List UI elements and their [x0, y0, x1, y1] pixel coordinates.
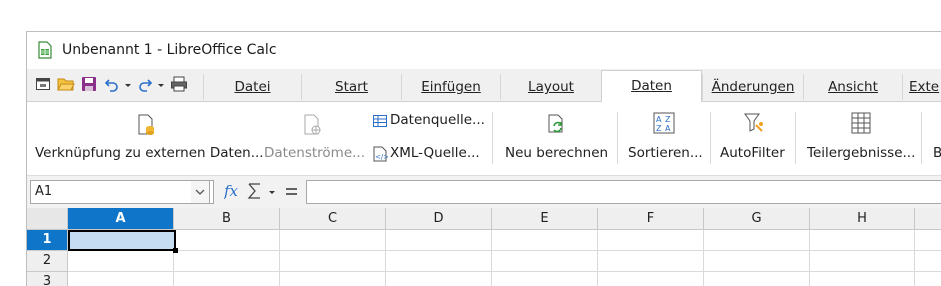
sort-icon: AZZA: [653, 112, 675, 134]
column-header-d[interactable]: D: [386, 208, 492, 230]
calc-window: Unbenannt 1 - LibreOffice Calc Datei Sta…: [26, 31, 941, 286]
title-bar: Unbenannt 1 - LibreOffice Calc: [27, 32, 941, 69]
recalculate-button[interactable]: Neu berechnen: [505, 102, 609, 168]
tab-datei[interactable]: Datei: [203, 74, 301, 100]
formula-equals-icon[interactable]: [284, 181, 300, 201]
link-external-data-icon: [138, 114, 156, 136]
recalculate-icon: [548, 114, 566, 134]
formula-bar: A1 fx: [27, 175, 941, 209]
column-gridline: [385, 230, 386, 286]
column-header-e[interactable]: E: [492, 208, 598, 230]
column-gridline: [914, 230, 915, 286]
sum-icon[interactable]: [247, 181, 263, 201]
svg-text:A: A: [656, 115, 662, 124]
ribbon-separator: [710, 112, 711, 164]
calc-app-icon: [38, 41, 52, 59]
tab-einfuegen[interactable]: Einfügen: [401, 74, 500, 100]
column-header-f[interactable]: F: [598, 208, 704, 230]
sum-dropdown-icon[interactable]: [267, 181, 277, 201]
column-header-b[interactable]: B: [174, 208, 280, 230]
ribbon-daten: Verknüpfung zu externen Daten... Datenst…: [27, 102, 941, 174]
ribbon-overflow-label[interactable]: B: [933, 145, 941, 161]
svg-text:fx: fx: [224, 182, 239, 200]
autofilter-icon: [744, 112, 764, 134]
redo-icon[interactable]: [137, 76, 153, 94]
tab-daten[interactable]: Daten: [601, 70, 702, 103]
column-header-g[interactable]: G: [704, 208, 810, 230]
data-streams-icon: [304, 114, 322, 136]
link-external-data-button[interactable]: Verknüpfung zu externen Daten...: [35, 102, 264, 168]
subtotals-icon: [851, 112, 871, 134]
svg-text:A: A: [665, 124, 671, 133]
fill-handle[interactable]: [173, 248, 178, 253]
tab-layout[interactable]: Layout: [500, 74, 601, 100]
undo-dropdown-icon[interactable]: [123, 76, 133, 94]
active-cell-a1[interactable]: [68, 230, 178, 253]
ribbon-separator: [492, 112, 493, 164]
name-box[interactable]: A1: [30, 180, 214, 204]
chevron-down-icon: [195, 189, 205, 195]
autofilter-button[interactable]: AutoFilter: [720, 102, 790, 168]
row-header-1[interactable]: 1: [27, 230, 68, 251]
column-gridline: [597, 230, 598, 286]
tab-aenderungen[interactable]: Änderungen: [702, 74, 803, 100]
tab-ansicht[interactable]: Ansicht: [803, 74, 902, 100]
table-row: [68, 272, 941, 286]
row-header-2[interactable]: 2: [27, 251, 68, 272]
data-source-icon: [372, 113, 388, 129]
data-streams-button[interactable]: Datenströme...: [264, 102, 365, 168]
name-box-dropdown[interactable]: [191, 180, 210, 204]
ribbon-separator: [617, 112, 618, 164]
open-folder-icon[interactable]: [57, 76, 75, 94]
tab-start[interactable]: Start: [301, 74, 401, 100]
ribbon-separator: [795, 112, 796, 164]
column-gridline: [279, 230, 280, 286]
select-all-corner[interactable]: [27, 208, 68, 230]
undo-icon[interactable]: [104, 76, 120, 94]
new-document-icon[interactable]: [35, 76, 51, 94]
redo-dropdown-icon[interactable]: [156, 76, 166, 94]
column-header-i[interactable]: [915, 208, 941, 230]
menu-tab-row: Datei Start Einfügen Layout Daten Änderu…: [27, 69, 941, 103]
row-header-3[interactable]: 3: [27, 272, 68, 286]
subtotals-button[interactable]: Teilergebnisse...: [807, 102, 917, 168]
svg-text:Z: Z: [665, 115, 671, 124]
column-header-c[interactable]: C: [280, 208, 386, 230]
formula-input[interactable]: [306, 180, 941, 204]
column-header-h[interactable]: H: [810, 208, 915, 230]
table-row: [68, 230, 941, 251]
svg-text:</>: </>: [375, 153, 388, 161]
spreadsheet-grid[interactable]: A B C D E F G H 1 2 3: [27, 208, 941, 286]
save-icon[interactable]: [81, 76, 97, 94]
tab-extensions[interactable]: Exte: [902, 74, 941, 100]
print-icon[interactable]: [170, 76, 188, 94]
table-row: [68, 251, 941, 272]
xml-source-icon: </>: [372, 146, 388, 162]
svg-text:Z: Z: [656, 124, 662, 133]
column-gridline: [703, 230, 704, 286]
column-gridline: [491, 230, 492, 286]
sort-button[interactable]: AZZA Sortieren...: [628, 102, 708, 168]
window-title: Unbenannt 1 - LibreOffice Calc: [62, 42, 277, 58]
ribbon-separator: [921, 112, 922, 164]
function-wizard-icon[interactable]: fx: [224, 181, 242, 201]
column-gridline: [809, 230, 810, 286]
column-header-a[interactable]: A: [68, 208, 174, 230]
